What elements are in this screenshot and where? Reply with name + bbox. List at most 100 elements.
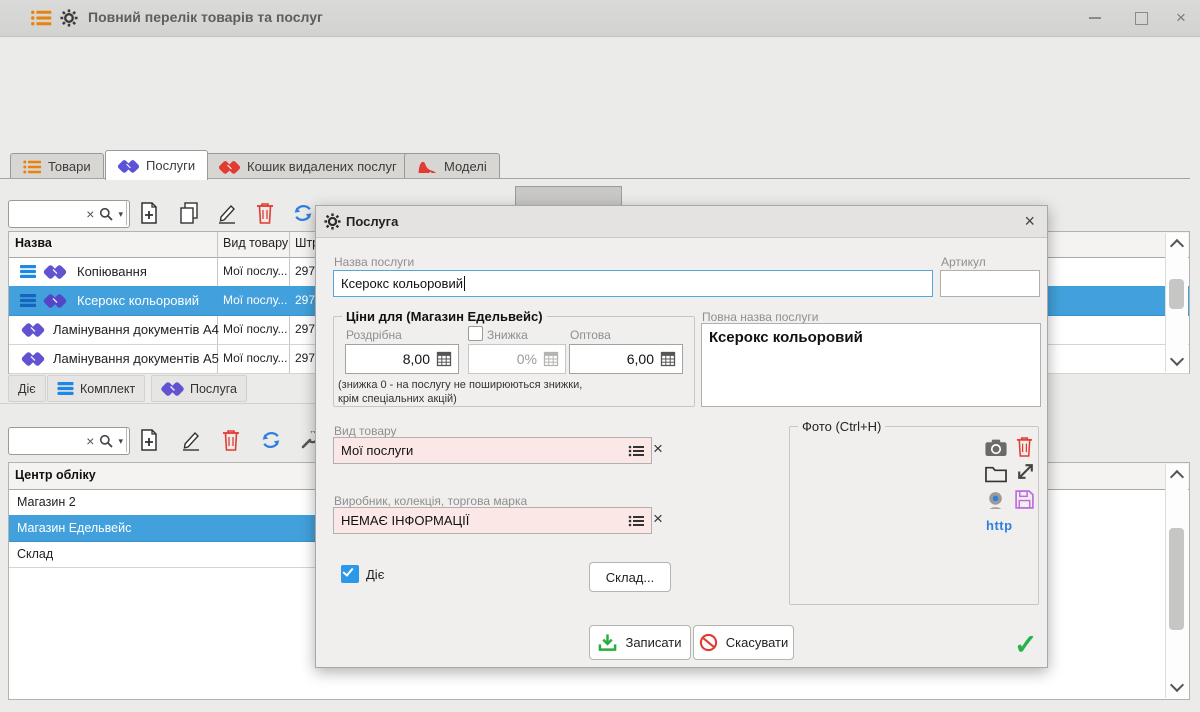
- discount-checkbox[interactable]: [468, 326, 483, 341]
- add-center-button[interactable]: [136, 427, 162, 453]
- clear-search-icon[interactable]: ×: [86, 206, 94, 222]
- full-name-label: Повна назва послуги: [702, 310, 818, 324]
- service-handshake-icon: [43, 292, 67, 309]
- row-name: Копіювання: [77, 264, 147, 279]
- close-button[interactable]: ×: [1168, 8, 1194, 28]
- minimize-button[interactable]: [1082, 8, 1108, 28]
- discount-value: 0%: [517, 351, 537, 367]
- select-list-icon[interactable]: [628, 445, 644, 457]
- products-search-input[interactable]: × ▾: [8, 200, 130, 228]
- valid-check-icon: ✓: [1014, 628, 1037, 661]
- center-name: Магазин Едельвейс: [17, 521, 131, 535]
- centers-table-scrollbar[interactable]: [1165, 464, 1188, 698]
- http-photo-link[interactable]: http: [986, 518, 1013, 533]
- photo-legend: Фото (Ctrl+H): [798, 419, 885, 434]
- scroll-up-icon[interactable]: [1170, 470, 1184, 484]
- scroll-thumb[interactable]: [1169, 279, 1184, 309]
- service-filter-button[interactable]: Послуга: [151, 375, 247, 402]
- tab-services[interactable]: Послуги: [105, 150, 208, 180]
- scroll-thumb[interactable]: [1169, 528, 1184, 630]
- wholesale-price-input[interactable]: 6,00: [569, 344, 683, 374]
- search-icon[interactable]: [99, 434, 113, 448]
- row-barcode: 297: [295, 322, 315, 336]
- scroll-down-icon[interactable]: [1170, 678, 1184, 692]
- clear-brand-icon[interactable]: ×: [653, 509, 663, 529]
- hidden-toolbar-button-fragment: [515, 186, 622, 207]
- app-window: Повний перелік товарів та послуг × Товар…: [0, 0, 1200, 712]
- save-button[interactable]: Записати: [589, 625, 691, 660]
- tab-deleted-services[interactable]: Кошик видалених послуг: [206, 153, 410, 179]
- active-checkbox[interactable]: [341, 565, 359, 583]
- search-options-caret-icon[interactable]: ▾: [118, 436, 123, 447]
- clear-search-icon[interactable]: ×: [86, 433, 94, 449]
- menu-list-icon[interactable]: [30, 10, 52, 26]
- center-row-selected[interactable]: Магазин Едельвейс: [9, 515, 319, 542]
- save-icon: [598, 633, 617, 652]
- tab-products-label: Товари: [48, 159, 91, 174]
- row-barcode: 297: [295, 351, 315, 365]
- refresh-centers-button[interactable]: [258, 427, 284, 453]
- scroll-down-icon[interactable]: [1170, 352, 1184, 366]
- select-list-icon[interactable]: [628, 515, 644, 527]
- tab-models-label: Моделі: [444, 159, 487, 174]
- products-table-scrollbar[interactable]: [1165, 233, 1188, 372]
- wholesale-price-value: 6,00: [627, 351, 654, 367]
- delete-photo-icon[interactable]: [1016, 436, 1033, 457]
- tab-services-label: Послуги: [146, 158, 195, 173]
- active-checkbox-label: Діє: [366, 567, 384, 582]
- row-type: Мої послу...: [223, 322, 287, 336]
- camera-icon[interactable]: [984, 438, 1008, 457]
- kit-filter-button[interactable]: Комплект: [47, 375, 145, 402]
- open-folder-icon[interactable]: [984, 464, 1008, 483]
- refresh-button[interactable]: [290, 200, 316, 226]
- col-type[interactable]: Вид товару: [223, 236, 288, 250]
- article-input[interactable]: [940, 270, 1040, 297]
- col-name[interactable]: Назва: [15, 236, 52, 250]
- search-icon[interactable]: [99, 207, 113, 221]
- full-name-value: Ксерокс кольоровий: [709, 329, 863, 346]
- delete-item-button[interactable]: [252, 200, 278, 226]
- retail-price-input[interactable]: 8,00: [345, 344, 459, 374]
- maximize-button[interactable]: [1128, 8, 1154, 28]
- section-divider: [0, 403, 315, 404]
- row-type: Мої послу...: [223, 264, 287, 278]
- service-name-input[interactable]: Ксерокс кольоровий: [333, 270, 933, 297]
- calculator-icon[interactable]: [660, 351, 676, 367]
- tab-models[interactable]: Моделі: [404, 153, 500, 179]
- kit-list-icon: [19, 265, 37, 278]
- service-dialog: Послуга × Назва послуги Ксерокс кольоров…: [315, 205, 1048, 668]
- full-name-textarea[interactable]: Ксерокс кольоровий: [701, 323, 1041, 407]
- goods-type-input[interactable]: Мої послуги: [333, 437, 652, 464]
- kit-list-icon: [19, 294, 37, 307]
- clear-goods-type-icon[interactable]: ×: [653, 439, 663, 459]
- discount-input[interactable]: 0%: [468, 344, 566, 374]
- calculator-icon[interactable]: [436, 351, 452, 367]
- dialog-titlebar: Послуга ×: [316, 206, 1047, 238]
- edit-item-button[interactable]: [214, 200, 240, 226]
- save-photo-icon[interactable]: [1014, 489, 1035, 510]
- webcam-icon[interactable]: [985, 490, 1006, 511]
- dialog-title: Послуга: [346, 214, 398, 229]
- brand-input[interactable]: НЕМАЄ ІНФОРМАЦІЇ: [333, 507, 652, 534]
- cancel-button[interactable]: Скасувати: [693, 625, 794, 660]
- cancel-button-label: Скасувати: [726, 635, 789, 650]
- delete-center-button[interactable]: [218, 427, 244, 453]
- search-options-caret-icon[interactable]: ▾: [118, 209, 123, 220]
- center-row[interactable]: Магазин 2: [9, 489, 319, 516]
- centers-search-input[interactable]: × ▾: [8, 427, 130, 455]
- edit-center-button[interactable]: [178, 427, 204, 453]
- active-filter-button[interactable]: Діє: [8, 375, 46, 402]
- center-row[interactable]: Склад: [9, 541, 319, 568]
- tab-products[interactable]: Товари: [10, 153, 104, 179]
- center-name: Склад: [17, 547, 53, 561]
- scroll-up-icon[interactable]: [1170, 239, 1184, 253]
- settings-gear-icon[interactable]: [60, 9, 78, 27]
- col-center[interactable]: Центр обліку: [15, 468, 96, 482]
- copy-item-button[interactable]: [176, 200, 202, 226]
- warehouse-button[interactable]: Склад...: [589, 562, 671, 592]
- add-item-button[interactable]: [136, 200, 162, 226]
- kit-filter-label: Комплект: [80, 382, 135, 396]
- deleted-services-handshake-icon: [219, 159, 240, 175]
- dialog-close-icon[interactable]: ×: [1024, 211, 1035, 232]
- expand-photo-icon[interactable]: [1015, 461, 1036, 482]
